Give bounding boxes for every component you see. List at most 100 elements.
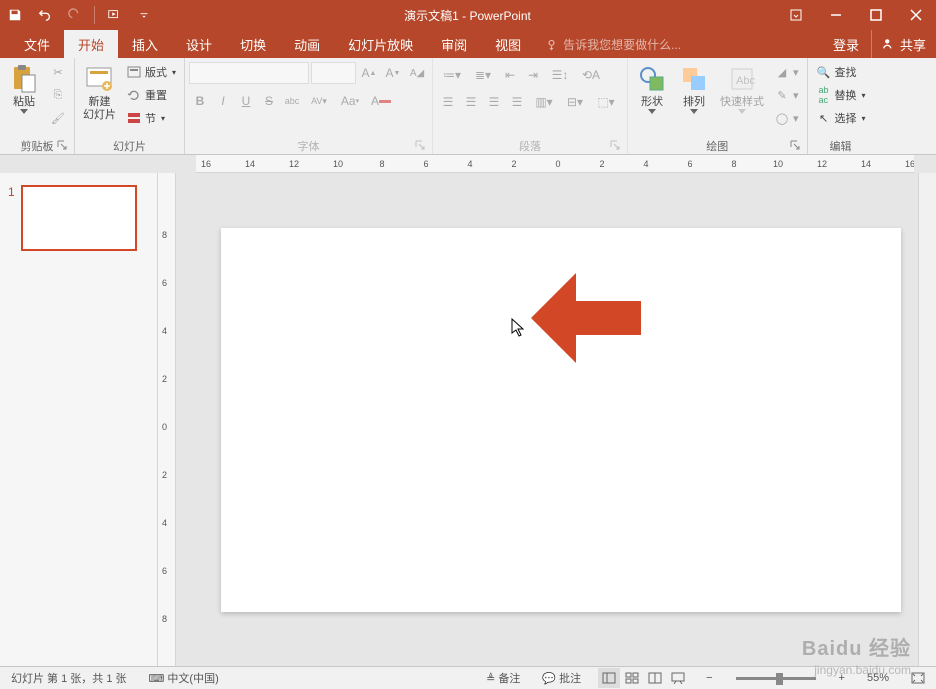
italic-button[interactable]: I: [212, 90, 234, 112]
login-button[interactable]: 登录: [821, 30, 871, 58]
replace-icon: abac: [816, 87, 832, 103]
group-paragraph: ≔▾ ≣▾ ⇤ ⇥ ☰↕ ⟲A ☰ ☰ ☰ ☰ ▥▾ ⊟▾ ⬚▾ 段落: [433, 58, 628, 154]
decrease-indent-button[interactable]: ⇤: [499, 64, 521, 86]
strike-button[interactable]: S: [258, 90, 280, 112]
shape-effects-button[interactable]: ◯▾: [770, 107, 803, 129]
underline-button[interactable]: U: [235, 90, 257, 112]
drawing-launcher-icon[interactable]: [789, 140, 801, 152]
copy-button[interactable]: ⎘: [46, 84, 70, 106]
text-direction-button[interactable]: ⟲A: [576, 64, 606, 86]
arrow-shape[interactable]: [531, 273, 641, 363]
align-text-button[interactable]: ⊟▾: [560, 91, 590, 113]
grow-font-button[interactable]: A▲: [358, 62, 380, 84]
quick-style-button[interactable]: Abc 快速样式: [716, 61, 768, 116]
format-painter-button[interactable]: 🖌: [46, 107, 70, 129]
layout-button[interactable]: 版式▾: [122, 61, 180, 83]
spacing-button[interactable]: AV▾: [304, 90, 334, 112]
bold-button[interactable]: B: [189, 90, 211, 112]
section-button[interactable]: 节▾: [122, 107, 180, 129]
line-spacing-button[interactable]: ☰↕: [545, 64, 575, 86]
zoom-thumb[interactable]: [776, 673, 783, 685]
view-buttons: [598, 668, 689, 688]
vertical-scrollbar[interactable]: [918, 173, 936, 666]
case-button[interactable]: Aa▾: [335, 90, 365, 112]
tab-animation[interactable]: 动画: [280, 30, 334, 58]
find-button[interactable]: 🔍 查找: [812, 61, 870, 83]
chevron-down-icon: [738, 109, 746, 114]
shape-fill-button[interactable]: ◢▾: [770, 61, 803, 83]
ribbon-options-icon[interactable]: [776, 0, 816, 30]
sorter-view-button[interactable]: [621, 668, 643, 688]
slideshow-view-button[interactable]: [667, 668, 689, 688]
slide-canvas[interactable]: [221, 228, 901, 612]
layout-icon: [126, 64, 142, 80]
paragraph-launcher-icon[interactable]: [609, 140, 621, 152]
qat-customize-icon[interactable]: [129, 0, 159, 30]
comments-button[interactable]: 💬 批注: [537, 670, 586, 686]
slide-editor[interactable]: [176, 173, 936, 666]
slide-preview[interactable]: [21, 185, 137, 251]
smartart-button[interactable]: ⬚▾: [591, 91, 621, 113]
bullets-button[interactable]: ≔▾: [437, 64, 467, 86]
font-family-combo[interactable]: [189, 62, 309, 84]
shapes-button[interactable]: 形状: [632, 61, 672, 116]
reading-view-button[interactable]: [644, 668, 666, 688]
ribbon-tabs: 文件 开始 插入 设计 切换 动画 幻灯片放映 审阅 视图 告诉我您想要做什么.…: [0, 30, 936, 58]
save-icon[interactable]: [0, 0, 30, 30]
share-button[interactable]: 共享: [871, 30, 936, 58]
align-left-button[interactable]: ☰: [437, 91, 459, 113]
cut-button[interactable]: ✂: [46, 61, 70, 83]
tab-home[interactable]: 开始: [64, 30, 118, 58]
justify-button[interactable]: ☰: [506, 91, 528, 113]
tab-view[interactable]: 视图: [481, 30, 535, 58]
clear-format-button[interactable]: A◢: [406, 62, 428, 84]
shrink-font-button[interactable]: A▼: [382, 62, 404, 84]
work-area: 1 864202468: [0, 155, 936, 666]
notes-button[interactable]: ≜ 备注: [481, 670, 525, 686]
align-right-button[interactable]: ☰: [483, 91, 505, 113]
tab-file[interactable]: 文件: [10, 30, 64, 58]
tab-transition[interactable]: 切换: [226, 30, 280, 58]
chevron-down-icon: [690, 109, 698, 114]
clipboard-launcher-icon[interactable]: [56, 140, 68, 152]
normal-view-button[interactable]: [598, 668, 620, 688]
reset-button[interactable]: 重置: [122, 84, 180, 106]
shadow-button[interactable]: abc: [281, 90, 303, 112]
start-from-beginning-icon[interactable]: [99, 0, 129, 30]
columns-button[interactable]: ▥▾: [529, 91, 559, 113]
slide-thumbnail-1[interactable]: 1: [8, 185, 149, 251]
numbering-button[interactable]: ≣▾: [468, 64, 498, 86]
zoom-slider[interactable]: [736, 677, 816, 680]
paste-label: 粘贴: [13, 96, 35, 109]
paste-button[interactable]: 粘贴: [4, 61, 44, 116]
slide-counter[interactable]: 幻灯片 第 1 张，共 1 张: [6, 670, 132, 686]
font-size-combo[interactable]: [311, 62, 356, 84]
minimize-icon[interactable]: [816, 0, 856, 30]
tab-review[interactable]: 审阅: [427, 30, 481, 58]
replace-button[interactable]: abac 替换▾: [812, 84, 870, 106]
maximize-icon[interactable]: [856, 0, 896, 30]
copy-icon: ⎘: [50, 87, 66, 103]
font-launcher-icon[interactable]: [414, 140, 426, 152]
language-indicator[interactable]: ⌨ 中文(中国): [144, 670, 224, 686]
undo-icon[interactable]: [30, 0, 60, 30]
tab-slideshow[interactable]: 幻灯片放映: [334, 30, 427, 58]
fit-to-window-button[interactable]: [906, 672, 930, 684]
ruler-vertical[interactable]: 864202468: [158, 173, 176, 666]
zoom-out-button[interactable]: −: [701, 672, 717, 684]
new-slide-button[interactable]: 新建 幻灯片: [79, 61, 120, 124]
arrange-button[interactable]: 排列: [674, 61, 714, 116]
shape-outline-button[interactable]: ✎▾: [770, 84, 803, 106]
select-button[interactable]: ↖ 选择▾: [812, 107, 870, 129]
zoom-in-button[interactable]: +: [834, 672, 850, 684]
align-center-button[interactable]: ☰: [460, 91, 482, 113]
redo-icon[interactable]: [60, 0, 90, 30]
tab-design[interactable]: 设计: [172, 30, 226, 58]
close-icon[interactable]: [896, 0, 936, 30]
increase-indent-button[interactable]: ⇥: [522, 64, 544, 86]
zoom-level[interactable]: 55%: [862, 672, 894, 684]
tell-me[interactable]: 告诉我您想要做什么...: [535, 30, 681, 58]
tab-insert[interactable]: 插入: [118, 30, 172, 58]
thumbnail-pane[interactable]: 1: [0, 173, 158, 666]
font-color-button[interactable]: A: [366, 90, 396, 112]
